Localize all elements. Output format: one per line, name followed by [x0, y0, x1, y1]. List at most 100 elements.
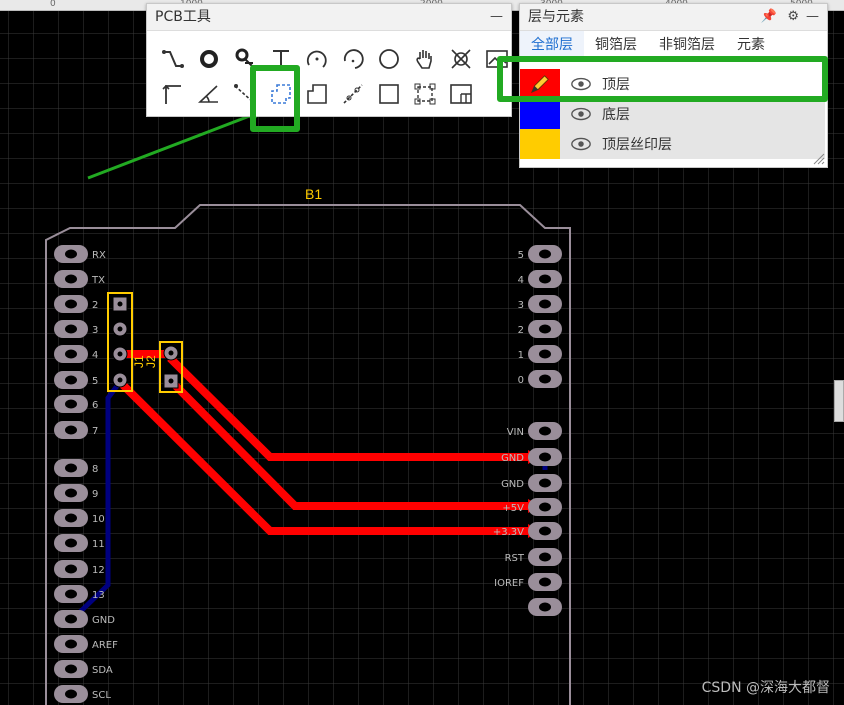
left-pad-label: 12 [92, 565, 105, 576]
right-pad-label: GND [501, 453, 524, 464]
eye-icon[interactable] [570, 137, 592, 151]
left-pad-label: 6 [92, 400, 98, 411]
left-pad-hole [65, 249, 77, 259]
arc-three-point-icon[interactable] [335, 44, 371, 74]
left-pad-hole [65, 463, 77, 473]
group-icon[interactable] [407, 79, 443, 109]
left-pad-label: AREF [92, 640, 118, 651]
side-panel-toggle[interactable] [834, 380, 844, 422]
left-pad-label: 3 [92, 325, 98, 336]
right-pad-hole [539, 602, 551, 612]
table-icon[interactable] [443, 79, 479, 109]
right-pad-label: 5 [518, 250, 524, 261]
right-pad-hole [539, 349, 551, 359]
left-pad-label: RX [92, 250, 106, 261]
square-icon[interactable] [371, 79, 407, 109]
left-pad-hole [65, 614, 77, 624]
left-pad-label: GND [92, 615, 115, 626]
eye-icon[interactable] [570, 107, 592, 121]
resize-grip-icon[interactable] [811, 151, 825, 165]
left-pad-label: SDA [92, 665, 113, 676]
connector-j2-label: J2 [144, 355, 158, 368]
left-pad-label: 5 [92, 376, 98, 387]
layer-row-top-silk[interactable]: 顶层丝印层 [520, 129, 825, 159]
right-pad-label: 3 [518, 300, 524, 311]
tab-elements[interactable]: 元素 [726, 31, 776, 59]
tab-all-layers[interactable]: 全部层 [520, 31, 584, 59]
right-pad-label: 2 [518, 325, 524, 336]
right-pad-hole [539, 552, 551, 562]
right-pad-hole [539, 452, 551, 462]
layer-color-swatch[interactable] [520, 129, 560, 159]
left-pad-hole [65, 324, 77, 334]
watermark: CSDN @深海大都督 [701, 680, 830, 696]
layer-color-swatch[interactable] [520, 99, 560, 129]
right-pad-hole [539, 478, 551, 488]
right-pad-label: +5V [502, 503, 524, 514]
left-pad-hole [65, 425, 77, 435]
gear-icon[interactable]: ⚙ [787, 4, 799, 30]
minimize-button[interactable]: — [490, 4, 503, 30]
right-pad-label: IOREF [494, 578, 524, 589]
layer-name: 底层 [602, 107, 630, 123]
ruler-tick: 0 [50, 0, 56, 9]
tool-row-2 [155, 79, 479, 109]
left-pad-label: 7 [92, 426, 98, 437]
pcb-tools-panel: PCB工具 — [146, 3, 512, 117]
right-pad-hole [539, 374, 551, 384]
left-pad-hole [65, 513, 77, 523]
layer-name: 顶层丝印层 [602, 137, 672, 153]
tab-non-copper-layers[interactable]: 非铜箔层 [648, 31, 726, 59]
left-pad-label: 4 [92, 350, 98, 361]
angle-icon[interactable] [191, 79, 227, 109]
pcb-tools-title: PCB工具 [155, 9, 211, 25]
right-pad-label: 0 [518, 375, 524, 386]
left-pad-label: SCL [92, 690, 111, 701]
left-pad-label: 13 [92, 590, 105, 601]
right-pad-hole [539, 577, 551, 587]
pcb-tools-titlebar[interactable]: PCB工具 — [147, 4, 511, 31]
rectangle-icon[interactable] [335, 79, 371, 109]
right-pad-hole [539, 274, 551, 284]
pin-icon[interactable]: 📌 [761, 4, 777, 30]
dimension-icon[interactable] [155, 79, 191, 109]
board-name: B1 [305, 186, 322, 202]
left-pad-label: 10 [92, 514, 105, 525]
tab-copper-layers[interactable]: 铜箔层 [584, 31, 648, 59]
right-pad-label: GND [501, 479, 524, 490]
right-pad-label: VIN [507, 427, 524, 438]
right-pad-hole [539, 526, 551, 536]
right-pad-label: RST [505, 553, 525, 564]
layers-titlebar[interactable]: 层与元素 📌 ⚙ — [520, 4, 827, 31]
left-pad-label: TX [91, 275, 105, 286]
circle-icon[interactable] [371, 44, 407, 74]
no-connect-icon[interactable] [443, 44, 479, 74]
left-pad-hole [65, 299, 77, 309]
left-pad-label: 9 [92, 489, 98, 500]
tool-row-1 [155, 44, 515, 74]
right-pad-hole [539, 502, 551, 512]
right-pad-label: +3.3V [493, 527, 524, 538]
right-pad-hole [539, 324, 551, 334]
track-icon[interactable] [155, 44, 191, 74]
left-pad-hole [65, 538, 77, 548]
layers-title: 层与元素 [528, 9, 584, 25]
left-pad-hole [65, 349, 77, 359]
left-pad-label: 2 [92, 300, 98, 311]
left-pad-label: 8 [92, 464, 98, 475]
solid-region-icon[interactable] [299, 79, 335, 109]
layer-row-bottom[interactable]: 底层 [520, 99, 825, 129]
pan-hand-icon[interactable] [407, 44, 443, 74]
left-pad-hole [65, 689, 77, 699]
left-pad-label: 11 [92, 539, 105, 550]
highlight-copper-area-tool [250, 65, 300, 132]
right-pad-hole [539, 426, 551, 436]
left-pad-hole [65, 488, 77, 498]
via-icon[interactable] [191, 44, 227, 74]
arc-center-icon[interactable] [299, 44, 335, 74]
highlight-top-layer-row [497, 56, 828, 102]
right-pad-label: 4 [518, 275, 524, 286]
minimize-button[interactable]: — [806, 4, 819, 30]
left-pad-hole [65, 564, 77, 574]
right-pad-hole [539, 299, 551, 309]
